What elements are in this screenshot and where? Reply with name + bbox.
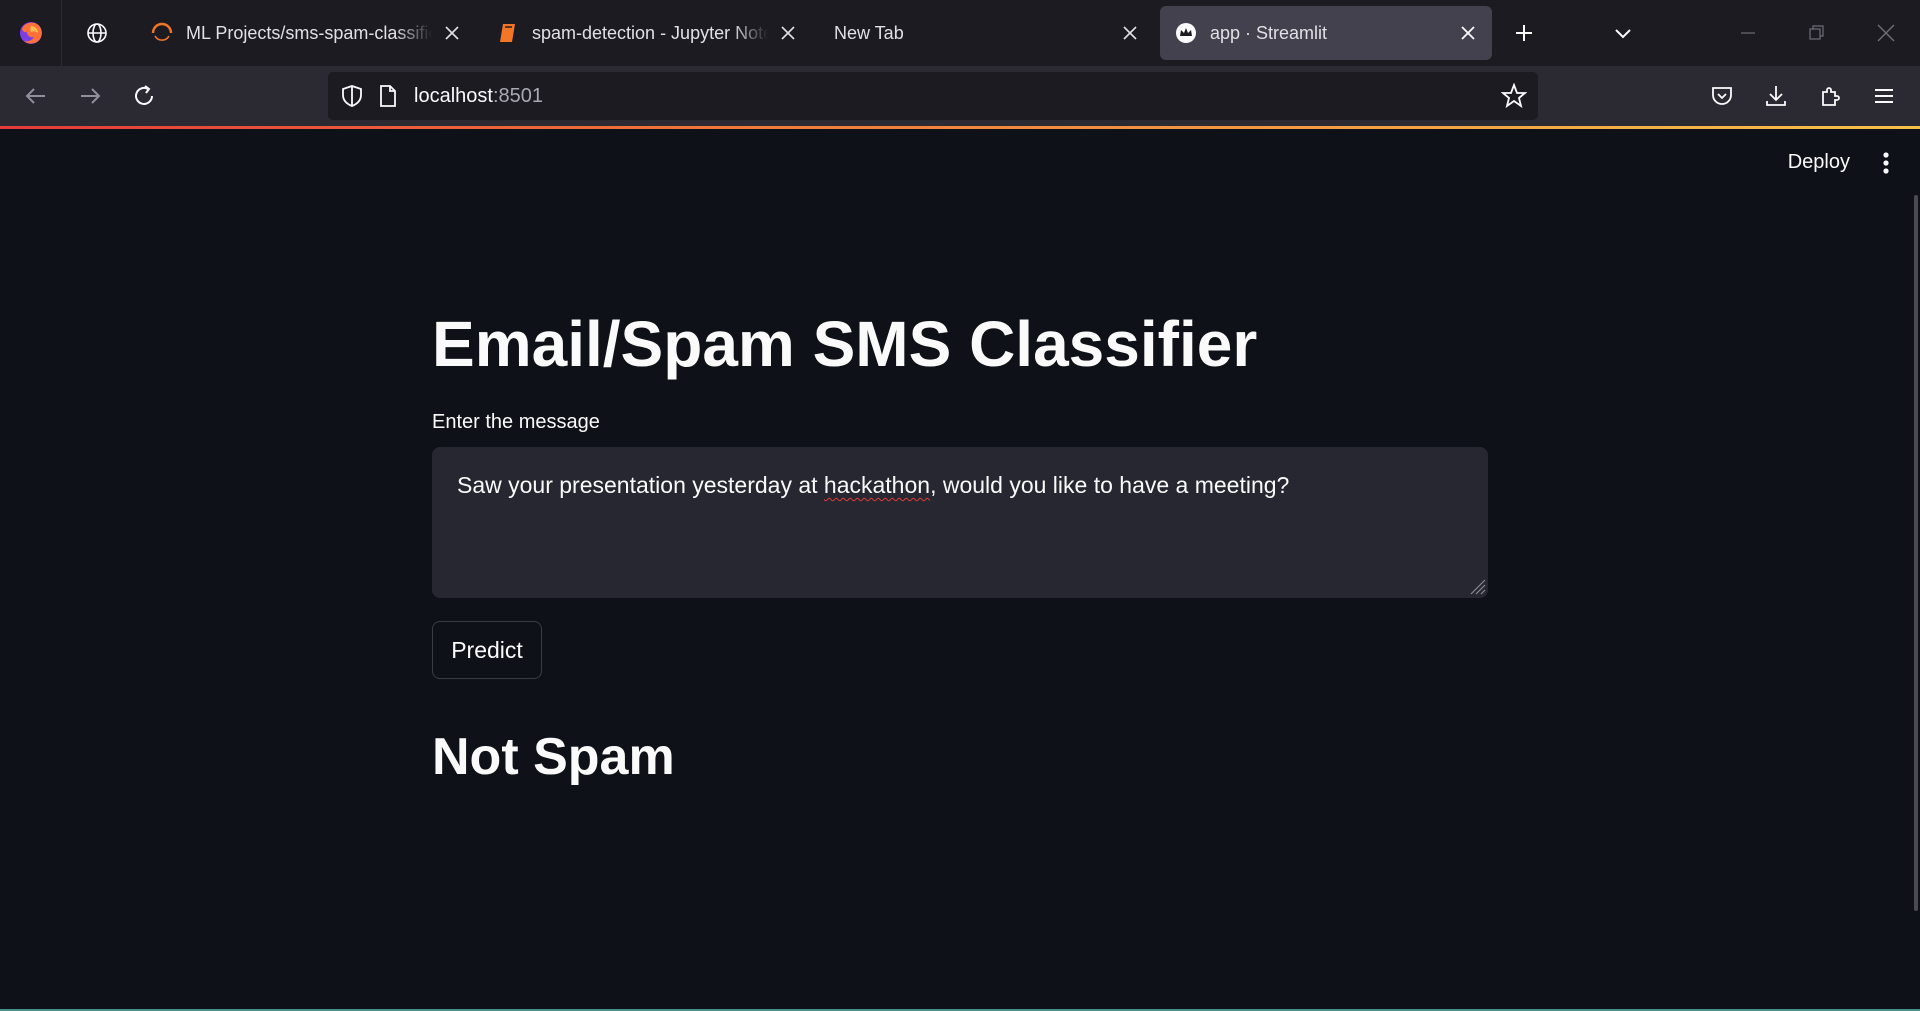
jupyter-book-icon	[496, 21, 520, 45]
tab-spam-detection[interactable]: spam-detection - Jupyter Notebook	[496, 6, 802, 60]
back-arrow-icon	[25, 88, 45, 104]
tab-label: spam-detection - Jupyter Notebook	[532, 22, 768, 43]
message-input-label: Enter the message	[432, 411, 600, 433]
message-text-start: Saw your presentation yesterday at	[457, 472, 824, 498]
list-all-tabs-button[interactable]	[1604, 14, 1642, 52]
hamburger-menu-icon	[1875, 89, 1893, 103]
tab-new-tab[interactable]: New Tab	[834, 6, 1144, 60]
resize-handle-icon[interactable]	[1468, 577, 1486, 595]
scrollbar[interactable]	[1914, 195, 1918, 911]
puzzle-icon	[1822, 87, 1840, 106]
close-tab-icon[interactable]	[1454, 19, 1482, 47]
new-tab-button[interactable]	[1505, 14, 1543, 52]
globe-icon	[87, 23, 107, 43]
downloads-button[interactable]	[1756, 76, 1796, 116]
bookmark-star-icon[interactable]	[1500, 82, 1528, 110]
firefox-menu-button[interactable]	[0, 0, 62, 66]
plus-icon	[1516, 25, 1532, 41]
close-tab-icon[interactable]	[438, 19, 466, 47]
deploy-button[interactable]: Deploy	[1788, 151, 1850, 174]
chevron-down-icon	[1615, 29, 1631, 39]
tab-streamlit-app[interactable]: app · Streamlit	[1160, 6, 1492, 60]
firefox-view-button[interactable]	[76, 14, 118, 52]
url-bar[interactable]: localhost:8501	[328, 72, 1538, 120]
prediction-result: Not Spam	[432, 728, 675, 786]
close-tab-icon[interactable]	[1116, 19, 1144, 47]
close-window-button[interactable]	[1866, 14, 1906, 52]
reload-icon	[135, 85, 153, 105]
pocket-button[interactable]	[1702, 76, 1742, 116]
url-text[interactable]: localhost:8501	[414, 85, 543, 108]
url-host: localhost	[414, 84, 493, 107]
kebab-menu-icon	[1883, 152, 1889, 174]
forward-button[interactable]	[70, 76, 110, 116]
pocket-icon	[1712, 87, 1732, 105]
page-icon[interactable]	[376, 84, 400, 108]
shield-icon[interactable]	[340, 84, 364, 108]
url-port: :8501	[492, 84, 543, 107]
tab-label: app · Streamlit	[1210, 22, 1328, 43]
main-menu-button[interactable]	[1872, 149, 1900, 177]
restore-icon	[1809, 25, 1824, 40]
navigation-toolbar: localhost:8501	[0, 66, 1920, 126]
extensions-button[interactable]	[1810, 76, 1850, 116]
message-textarea[interactable]: Saw your presentation yesterday at hacka…	[432, 447, 1488, 598]
app-menu-button[interactable]	[1864, 76, 1904, 116]
tab-bar: ML Projects/sms-spam-classifier spam-det…	[0, 0, 1920, 66]
close-tab-icon[interactable]	[774, 19, 802, 47]
minimize-button[interactable]	[1728, 14, 1768, 52]
tab-label: New Tab	[834, 22, 904, 43]
message-text-end: , would you like to have a meeting?	[930, 472, 1290, 498]
restore-button[interactable]	[1796, 14, 1836, 52]
firefox-icon	[19, 22, 42, 44]
loading-spinner-icon	[150, 21, 174, 45]
download-icon	[1766, 86, 1786, 106]
close-icon	[1877, 24, 1895, 42]
reload-button[interactable]	[124, 76, 164, 116]
predict-button[interactable]: Predict	[432, 621, 542, 679]
page-title: Email/Spam SMS Classifier	[432, 308, 1258, 380]
back-button[interactable]	[16, 76, 56, 116]
streamlit-app: Deploy Email/Spam SMS Classifier Enter t…	[0, 129, 1920, 1011]
tab-ml-projects[interactable]: ML Projects/sms-spam-classifier	[150, 6, 466, 60]
forward-arrow-icon	[81, 88, 101, 104]
minimize-icon	[1741, 32, 1755, 34]
streamlit-crown-icon	[1174, 21, 1198, 45]
misspelled-word: hackathon	[823, 472, 931, 498]
tab-label: ML Projects/sms-spam-classifier	[186, 22, 432, 43]
